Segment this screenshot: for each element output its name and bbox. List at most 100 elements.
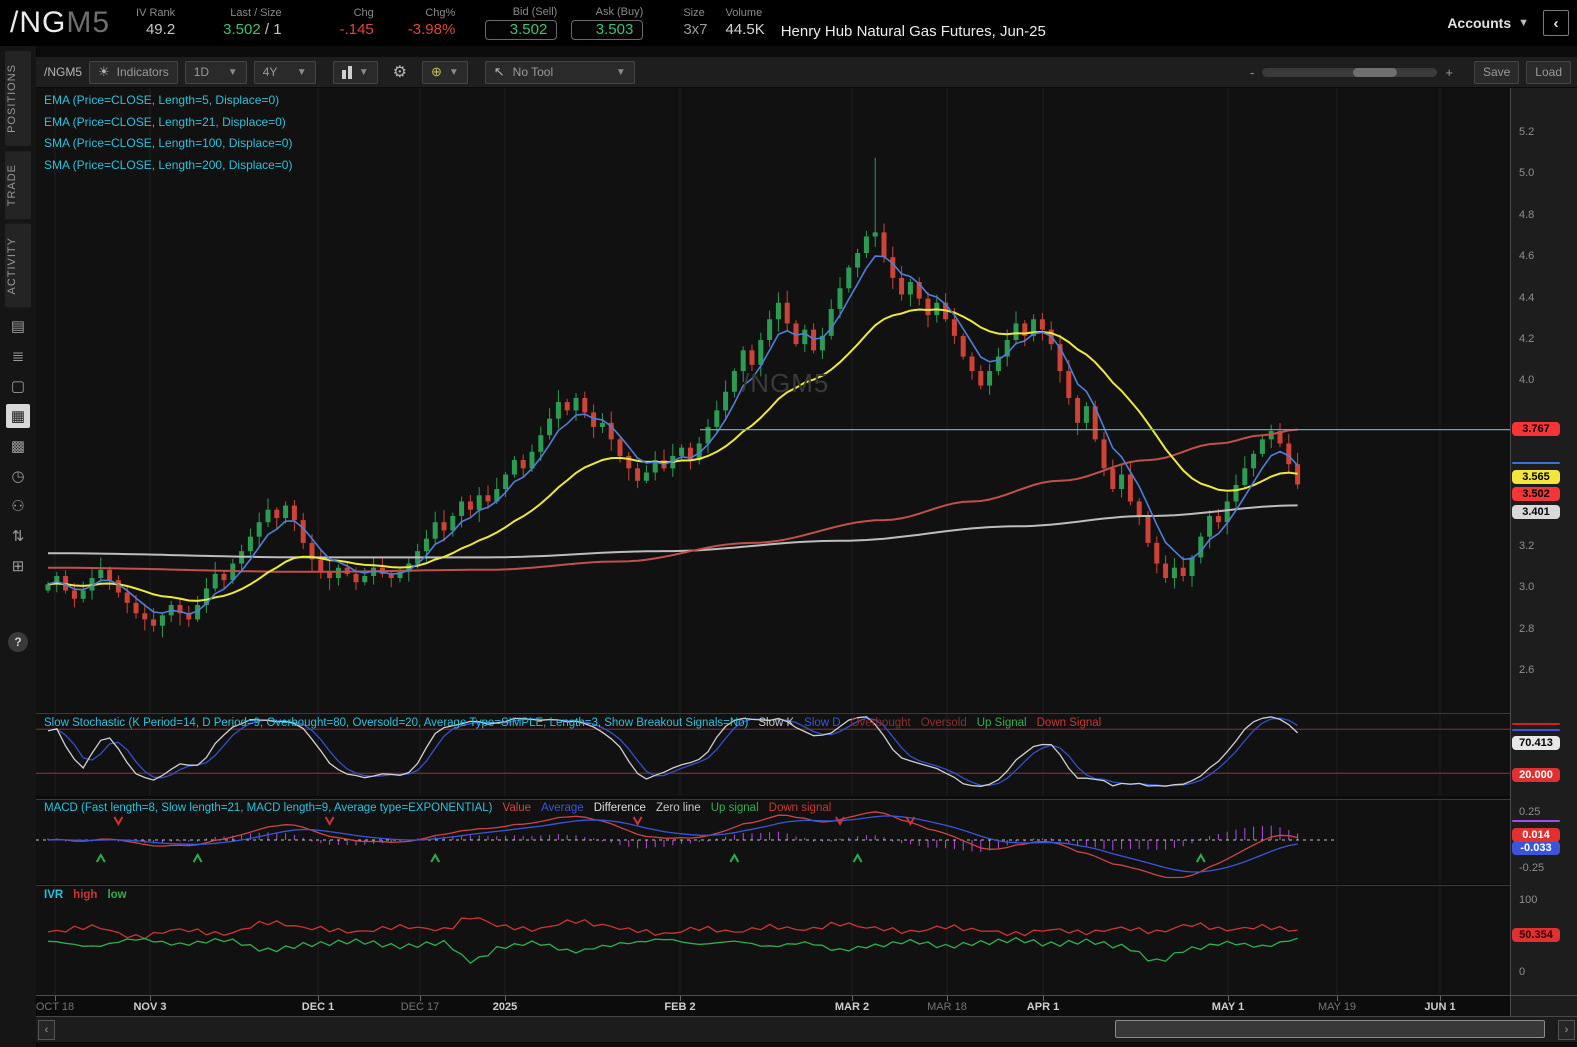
price-chart[interactable] (36, 88, 1510, 713)
symbol-root: /NG (10, 6, 67, 39)
community-icon[interactable]: ⚇ (6, 494, 30, 518)
monitor-icon[interactable]: ▢ (6, 374, 30, 398)
zoom-in-button[interactable]: + (1445, 65, 1453, 80)
ivr-panel[interactable] (36, 886, 1510, 995)
axis-price-bubble: 3.565 (1512, 470, 1560, 484)
chg-pct-value: -3.98% (407, 20, 456, 38)
scrollbar-thumb[interactable] (1115, 1020, 1545, 1038)
time-tick-label: MAR 2 (834, 1001, 870, 1013)
legend-item: low (107, 889, 127, 901)
chevron-down-icon: ▼ (615, 66, 626, 78)
chart-settings-button[interactable]: ⚙ (385, 61, 415, 84)
gear-icon: ⚙ (392, 64, 407, 81)
axis-tick-label: 4.0 (1519, 374, 1535, 386)
save-button[interactable]: Save (1473, 60, 1520, 84)
volume-label: Volume (725, 6, 763, 19)
ivr-header[interactable]: IVR high low (44, 889, 137, 901)
axis-tick-label: 4.2 (1519, 333, 1535, 345)
panel-study-label: Slow Stochastic (K Period=14, D Period=9… (44, 717, 749, 729)
zoom-slider-thumb[interactable] (1353, 67, 1398, 77)
chg-field: Chg -.145 (340, 7, 374, 40)
scroll-left-button[interactable]: ‹ (38, 1020, 55, 1040)
sidebar-tab-activity[interactable]: ACTIVITY (5, 224, 31, 308)
axis-price-bubble: 70.413 (1512, 736, 1560, 750)
legend-item: Overbought (850, 717, 911, 729)
axis-price-bubble (1512, 462, 1560, 464)
history-clock-icon[interactable]: ◷ (6, 464, 30, 488)
chg-pct-field: Chg% -3.98% (408, 7, 456, 40)
ask-button[interactable]: 3.503 (571, 19, 644, 41)
stochastic-header[interactable]: Slow Stochastic (K Period=14, D Period=9… (44, 717, 1111, 729)
drawing-tool-dropdown[interactable]: ↖ No Tool ▼ (484, 60, 635, 84)
axis-price-bubble (1512, 729, 1560, 731)
zoom-control: - + (1250, 65, 1453, 80)
accounts-label: Accounts (1447, 15, 1512, 31)
up-signal-arrow (1195, 852, 1206, 863)
axis-price-bubble: 3.502 (1512, 487, 1560, 501)
chevron-down-icon: ▼ (296, 66, 307, 78)
size-label: Size (683, 6, 705, 19)
legend-item: Up signal (710, 802, 759, 814)
time-tick-label: MAY 19 (1317, 1001, 1357, 1013)
axis-tick-label: -0.25 (1519, 862, 1545, 874)
time-tick-label: OCT 18 (35, 1001, 75, 1013)
chart-grid-icon[interactable]: ▦ (6, 403, 30, 428)
bid-button[interactable]: 3.502 (485, 19, 558, 41)
down-signal-arrow (113, 816, 124, 827)
chart-scrollbar[interactable]: ‹ › (36, 1016, 1577, 1042)
size-value: 3x7 (683, 20, 708, 38)
axis-price-bubble: 3.401 (1512, 505, 1560, 519)
studies-icon: ☀ (98, 64, 110, 79)
volume-field: Volume 44.5K (726, 7, 765, 40)
study-label-0[interactable]: EMA (Price=CLOSE, Length=5, Displace=0) (44, 90, 292, 112)
quote-header: /NGM5 IV Rank 49.2 Last / Size 3.502 / 1… (0, 0, 1577, 46)
zoom-out-button[interactable]: - (1250, 65, 1254, 80)
iv-rank-label: IV Rank (136, 6, 176, 19)
help-icon[interactable]: ? (8, 632, 28, 652)
news-icon[interactable]: ▤ (6, 314, 30, 338)
period-dropdown[interactable]: 1D ▼ (184, 60, 247, 84)
study-label-2[interactable]: SMA (Price=CLOSE, Length=100, Displace=0… (44, 133, 292, 155)
volume-value: 44.5K (725, 20, 765, 38)
scroll-right-button[interactable]: › (1558, 1020, 1575, 1040)
time-tick-label: 2025 (492, 1001, 518, 1013)
legend-item: high (73, 889, 98, 901)
zoom-slider[interactable] (1262, 67, 1438, 77)
collapse-panel-button[interactable]: ‹ (1543, 10, 1569, 36)
load-button[interactable]: Load (1526, 60, 1571, 84)
time-axis[interactable]: OCT 18 NOV 3 DEC 1 DEC 17 2025 FEB 2 MAR 2 MAR … (36, 995, 1577, 1016)
price-axis[interactable]: 5.2 5.0 4.8 4.6 4.4 4.2 4.0 3.2 3.0 2.8 2.6 0.25 -0.… (1510, 88, 1577, 1016)
calendar-sync-icon[interactable]: ⇅ (6, 524, 30, 548)
axis-tick-label: 3.0 (1519, 581, 1535, 593)
sidebar-tab-positions[interactable]: POSITIONS (5, 51, 31, 146)
time-tick-label: MAR 18 (927, 1001, 967, 1013)
legend-item: Average (541, 802, 584, 814)
macd-header[interactable]: MACD (Fast length=8, Slow length=21, MAC… (44, 802, 841, 814)
indicators-button[interactable]: ☀ Indicators (89, 60, 178, 84)
sidebar-tab-trade[interactable]: TRADE (5, 150, 31, 220)
panel-separator[interactable] (36, 713, 1577, 714)
axis-tick-label: 4.8 (1519, 209, 1535, 221)
accounts-menu[interactable]: Accounts ▼ (1447, 15, 1529, 31)
axis-tick-label: 0.25 (1519, 806, 1541, 818)
axis-tick-label: 5.2 (1519, 126, 1535, 138)
chart-symbol-label: /NGM5 (44, 65, 83, 79)
study-label-1[interactable]: EMA (Price=CLOSE, Length=21, Displace=0) (44, 112, 292, 134)
study-label-3[interactable]: SMA (Price=CLOSE, Length=200, Displace=0… (44, 155, 292, 177)
legend-item: Oversold (920, 717, 967, 729)
axis-tick-label: 3.2 (1519, 540, 1535, 552)
grid-layout-dropdown[interactable]: ⊕ ▼ (421, 60, 468, 84)
up-signal-arrow (95, 852, 106, 863)
axis-tick-label: 2.6 (1519, 664, 1535, 676)
panel-separator[interactable] (36, 799, 1577, 800)
dashboard-icon[interactable]: ▩ (6, 434, 30, 458)
ask-field: Ask (Buy) 3.503 (571, 6, 644, 41)
candlestick-icon (341, 65, 352, 79)
cursor-icon: ↖ (493, 64, 505, 79)
panel-separator[interactable] (36, 885, 1577, 886)
range-dropdown[interactable]: 4Y ▼ (253, 60, 316, 84)
watchlist-icon[interactable]: ≣ (6, 344, 30, 368)
size-field: Size 3x7 (683, 7, 707, 40)
chart-type-dropdown[interactable]: ▼ (332, 60, 378, 84)
widget-box-icon[interactable]: ⊞ (6, 554, 30, 578)
